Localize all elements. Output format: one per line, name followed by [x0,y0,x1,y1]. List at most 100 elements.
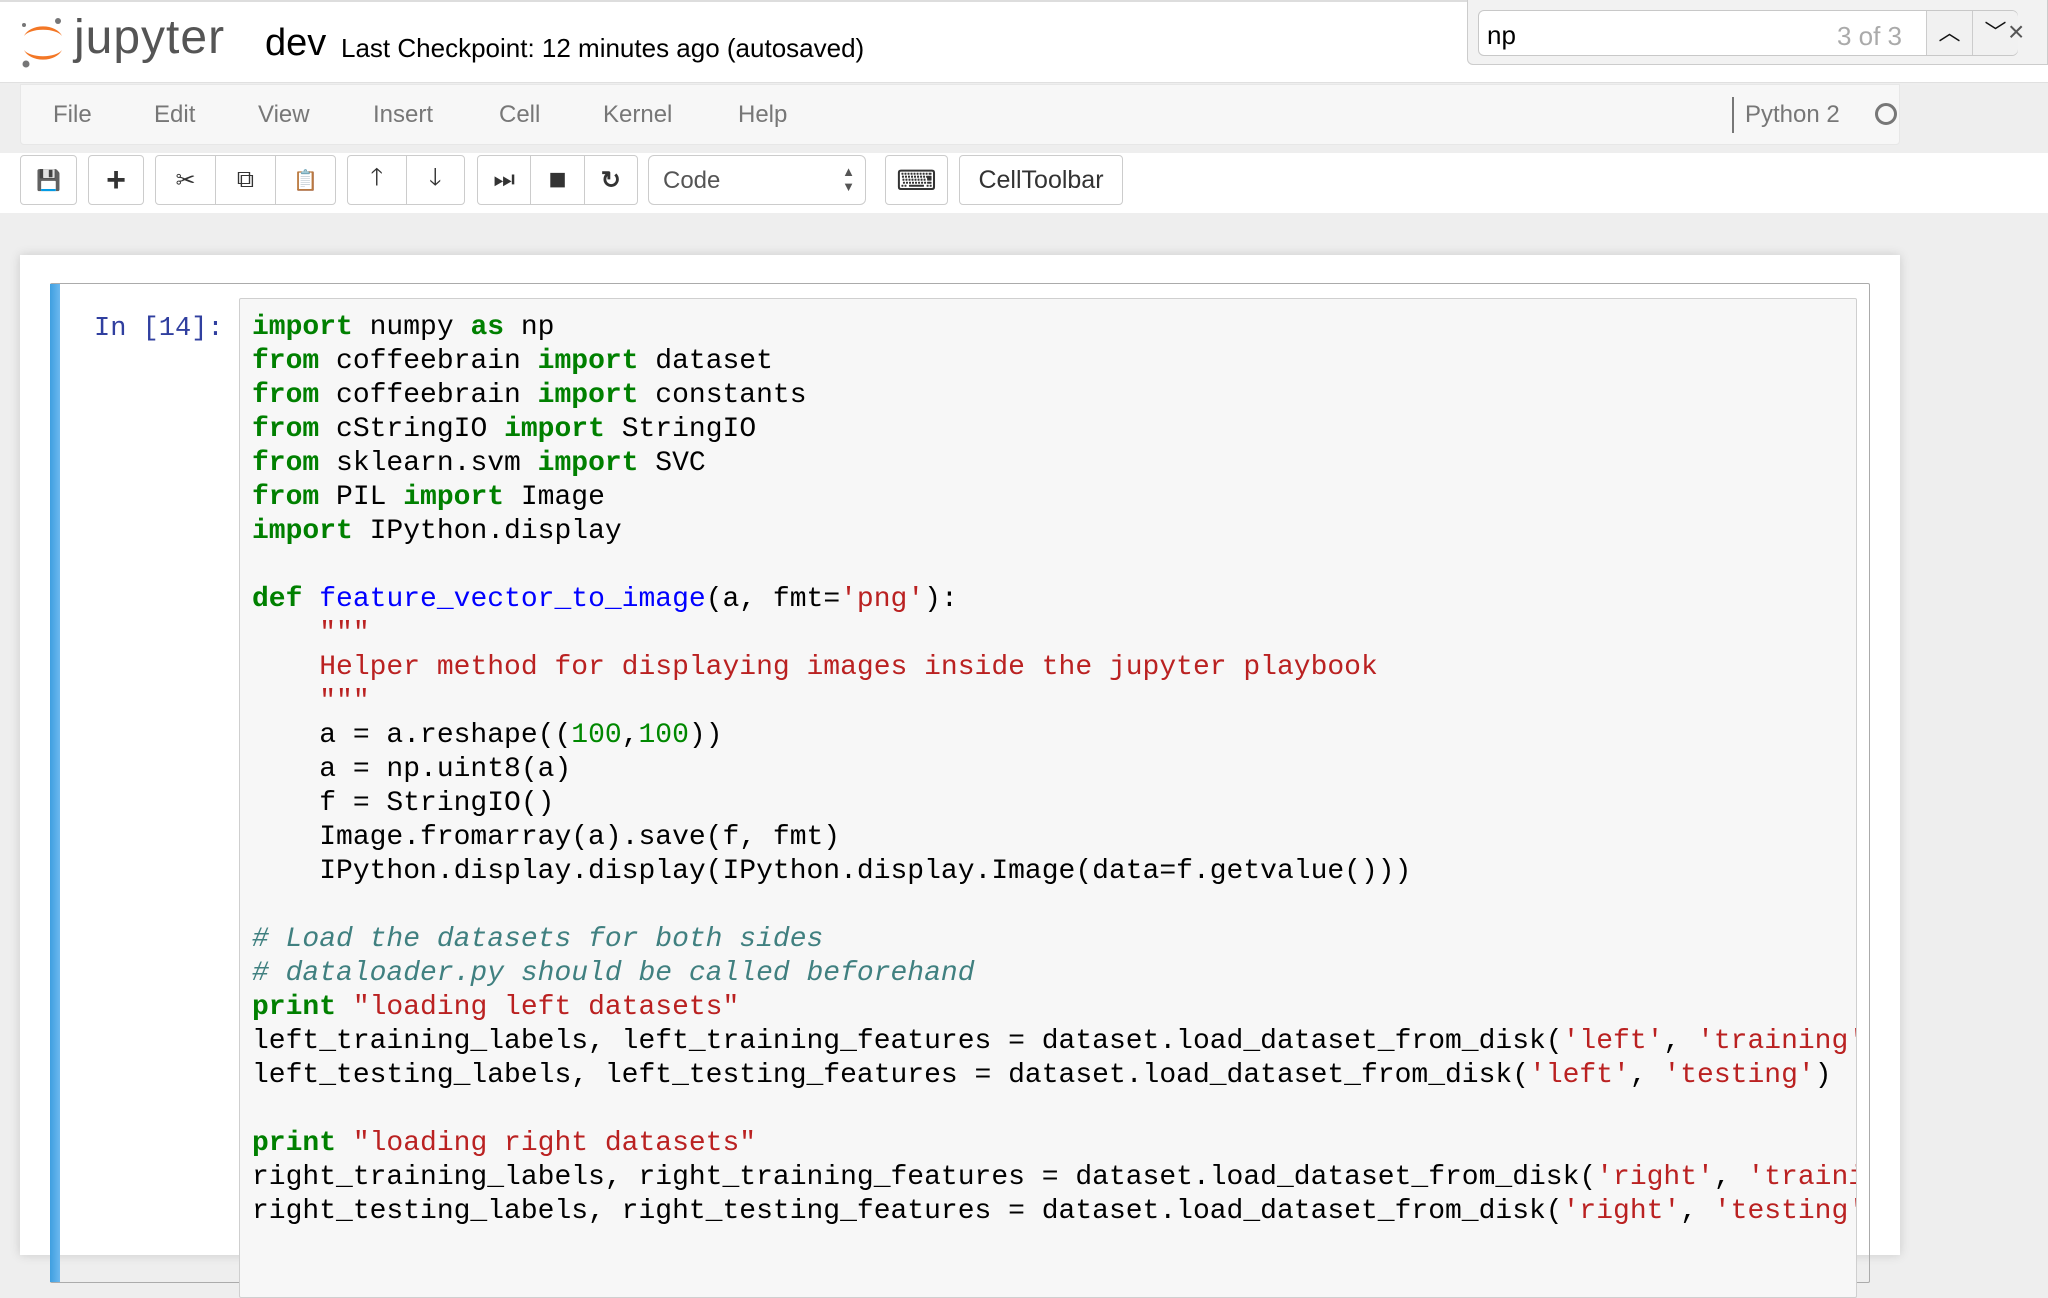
move-up-button[interactable]: 🡑 [348,156,407,204]
code-token: IPython.display.display(IPython.display.… [252,856,1412,887]
copy-button[interactable]: ⧉ [216,156,276,204]
move-down-button[interactable]: 🡓 [407,156,465,204]
code-token: dataset [638,346,773,377]
menu-view[interactable]: View [258,101,310,129]
code-line: print "loading left datasets" [252,991,1856,1025]
celltoolbar-button[interactable]: CellToolbar [959,155,1123,205]
code-line: def feature_vector_to_image(a, fmt='png'… [252,583,1856,617]
code-token: , [1713,1162,1748,1193]
code-token: as [470,312,505,343]
jupyter-logo-text[interactable]: jupyter [74,10,225,65]
chevron-down-icon: ﹀ [1984,20,2007,45]
find-close-button[interactable]: × [2008,16,2024,48]
code-token: import [504,414,605,445]
code-token: np [504,312,555,343]
menu-edit[interactable]: Edit [154,101,195,129]
stop-button[interactable]: ■ [531,156,585,204]
code-token: feature_vector_to_image [319,584,706,615]
code-line: IPython.display.display(IPython.display.… [252,855,1856,889]
code-line: Image.fromarray(a).save(f, fmt) [252,821,1856,855]
code-line: right_training_labels, right_training_fe… [252,1161,1856,1195]
select-arrows-icon: ▲ ▼ [842,164,855,194]
code-token: , [1663,1026,1698,1057]
insert-cell-button[interactable]: + [89,156,143,204]
code-token: SVC [638,448,706,479]
restart-button[interactable]: ↻ [585,156,637,204]
input-prompt: In [14]: [94,314,224,344]
code-token: cStringIO [319,414,505,445]
code-token: left_training_labels, left_training_feat… [252,1026,1563,1057]
code-token: from [252,448,320,479]
code-token: PIL [319,482,404,513]
menu-kernel[interactable]: Kernel [603,101,672,129]
keyboard-shortcuts-button[interactable]: ⌨ [886,156,947,204]
code-token: StringIO [604,414,757,445]
paste-button[interactable]: 📋 [276,156,335,204]
code-token: 'right' [1562,1196,1681,1227]
run-button[interactable]: ⏭ [478,156,532,204]
notebook-container: In [14]: import numpy as np from coffeebr… [20,255,1900,1298]
cell-type-select[interactable]: Code ▲ ▼ [648,155,866,205]
find-bar: np 3 of 3 ︿ ﹀ × [1467,0,2048,65]
code-token: sklearn.svm [319,448,538,479]
code-token: coffeebrain [319,380,538,411]
code-token: import [537,346,639,377]
code-token: left_testing_labels, left_testing_featur… [252,1060,1530,1091]
code-token: import [252,516,353,547]
code-line: """ [252,617,1856,651]
cut-button[interactable]: ✂ [156,156,216,204]
code-token: IPython.display [352,516,622,547]
menu-file[interactable]: File [53,101,92,129]
kernel-status-idle-icon [1875,103,1897,125]
code-line: import numpy as np [252,311,1856,345]
code-token: ): [924,584,958,615]
code-token: def [252,584,303,615]
code-token: 'training' [1747,1162,1856,1193]
menu-insert[interactable]: Insert [373,101,433,129]
find-input[interactable]: np 3 of 3 ︿ ﹀ [1478,10,2018,56]
code-cell[interactable]: In [14]: import numpy as np from coffeebr… [50,283,1870,1298]
code-line: a = np.uint8(a) [252,753,1856,787]
find-previous-button[interactable]: ︿ [1926,11,1972,55]
code-token: 'training' [1697,1026,1857,1057]
code-line: left_training_labels, left_training_feat… [252,1025,1857,1059]
code-line: from sklearn.svm import SVC [252,447,1856,481]
save-button[interactable]: 💾 [21,156,76,204]
code-token: Image [504,482,605,513]
code-token: 'left' [1562,1026,1664,1057]
menu-help[interactable]: Help [738,101,787,129]
selected-cell-indicator [50,284,60,1282]
code-token: , [1680,1196,1714,1227]
code-line: right_testing_labels, right_testing_feat… [252,1195,1857,1229]
code-token: , [621,720,639,751]
code-token: )) [688,720,723,751]
code-token: a = a.reshape(( [252,720,572,751]
code-token: 'right' [1596,1162,1714,1193]
code-token: 'testing' [1713,1196,1857,1227]
code-line: left_testing_labels, left_testing_featur… [252,1059,1856,1093]
code-token: from [252,346,320,377]
code-token: Image.fromarray(a).save(f, fmt) [252,822,841,853]
cell-type-value: Code [663,167,721,194]
code-token: print [252,992,337,1023]
checkpoint-status: Last Checkpoint: 12 minutes ago (autosav… [341,33,865,63]
code-token: 'left' [1529,1060,1630,1091]
code-editor[interactable]: import numpy as np from coffeebrain impor… [239,298,1857,1298]
menu-cell[interactable]: Cell [499,101,540,129]
code-line: print "loading right datasets" [252,1127,1856,1161]
find-query[interactable]: np [1487,20,1516,51]
code-token: ) [1814,1060,1832,1091]
code-token: """ [319,686,370,717]
jupyter-logo-icon[interactable] [20,16,66,70]
code-token: print [252,1128,337,1159]
code-content: import numpy as np from coffeebrain impor… [252,311,1857,1229]
code-token: from [252,482,320,513]
notebook-name[interactable]: dev [265,22,326,65]
code-token: (a, fmt= [705,584,841,615]
kernel-name[interactable]: Python 2 [1745,101,1840,129]
divider [1732,97,1734,133]
